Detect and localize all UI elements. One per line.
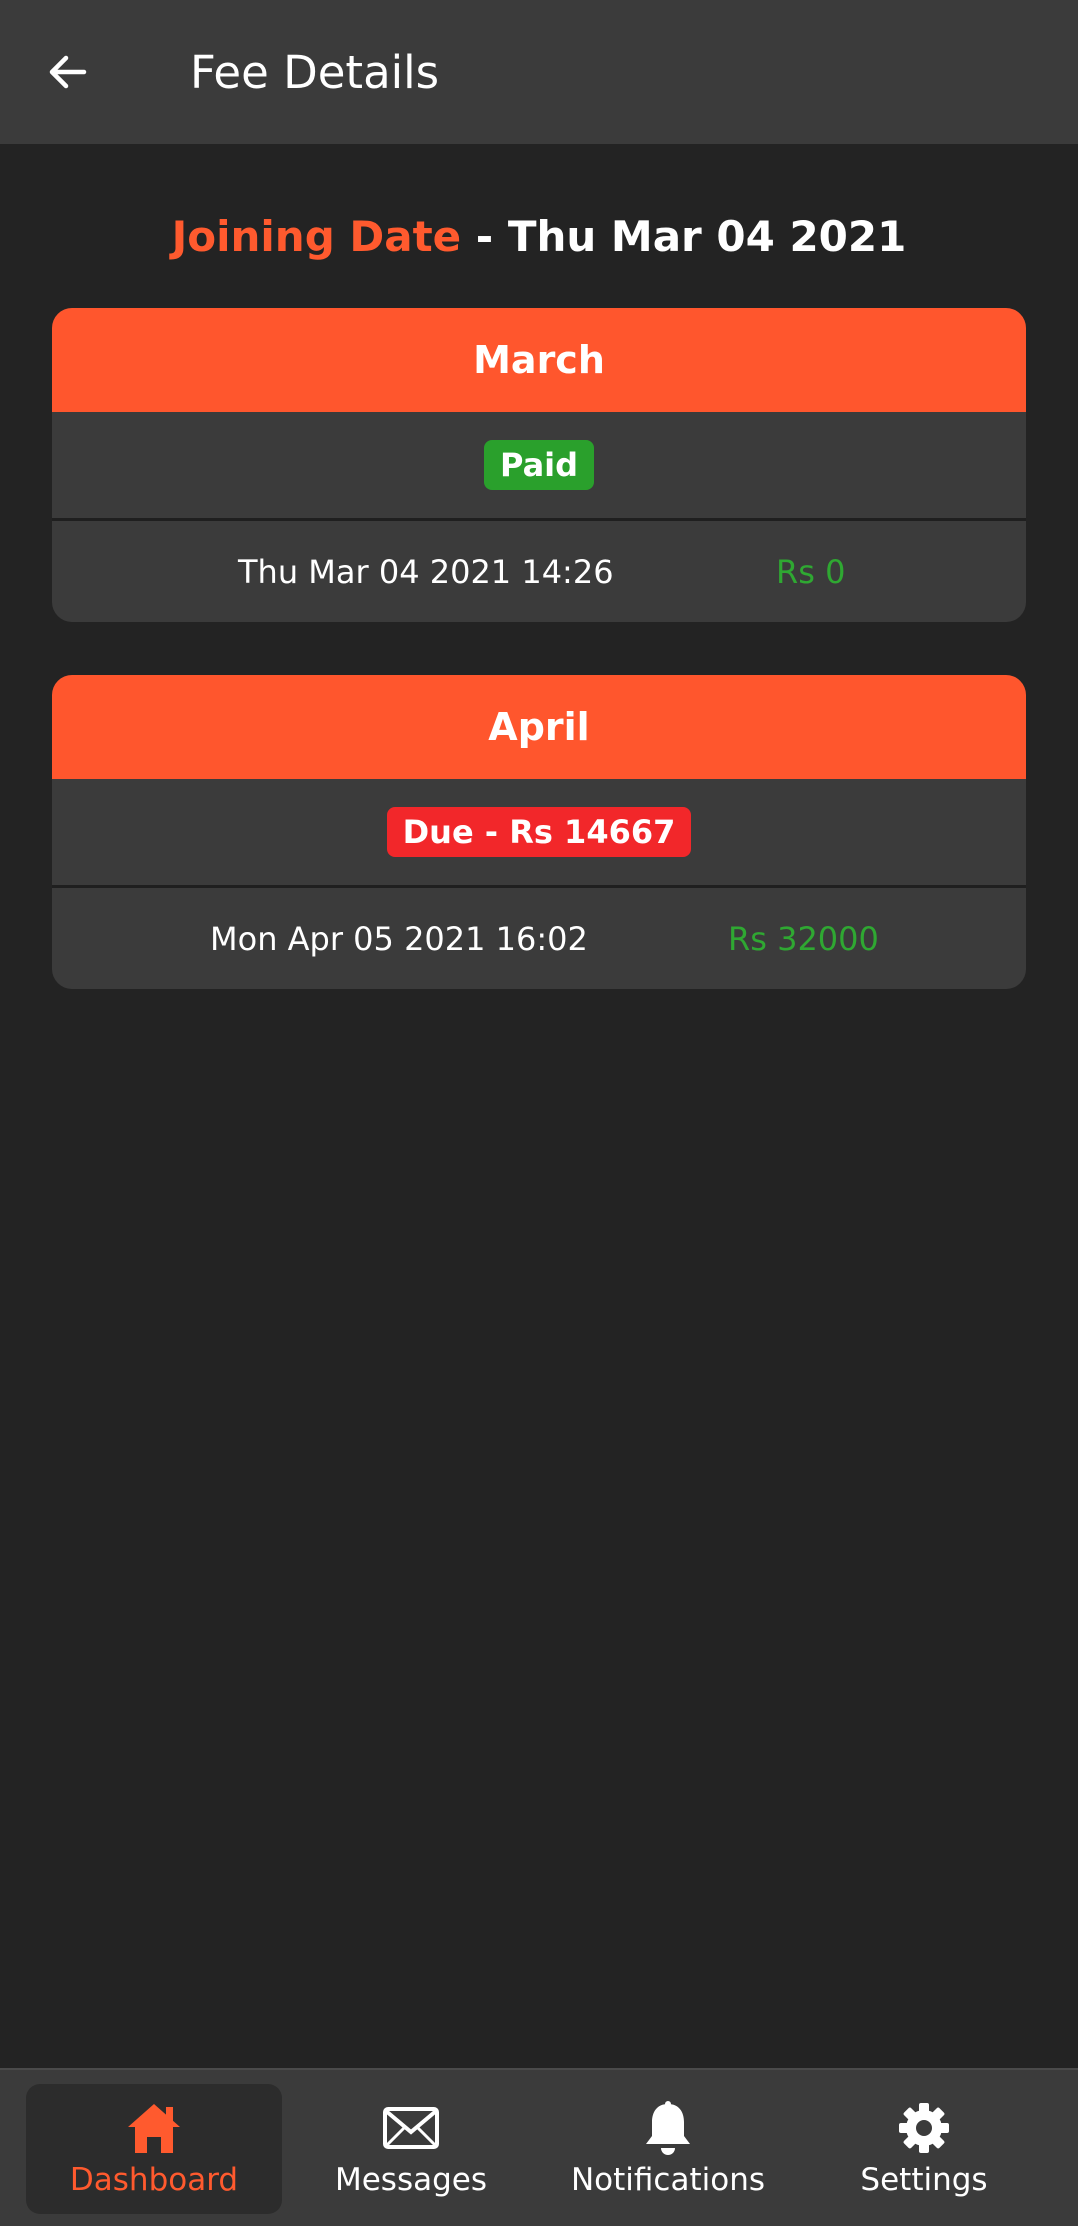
fee-amount: Rs 32000 (728, 919, 879, 958)
page-title: Fee Details (190, 46, 440, 99)
fee-card-status-row: Due - Rs 14667 (52, 779, 1026, 888)
fee-card-status-row: Paid (52, 412, 1026, 521)
nav-label: Messages (334, 2162, 488, 2198)
back-button[interactable] (30, 34, 106, 110)
status-badge: Due - Rs 14667 (386, 807, 692, 857)
gear-icon (894, 2100, 954, 2156)
fee-card-april: April Due - Rs 14667 Mon Apr 05 2021 16:… (52, 675, 1026, 989)
app-bar: Fee Details (0, 0, 1078, 144)
fee-amount: Rs 0 (776, 552, 846, 591)
nav-label: Dashboard (69, 2162, 239, 2198)
arrow-left-icon (49, 55, 87, 89)
fee-card-march: March Paid Thu Mar 04 2021 14:26 Rs 0 (52, 308, 1026, 622)
status-badge: Paid (483, 440, 595, 490)
fee-card-month: March (52, 308, 1026, 412)
joining-date-separator: - (461, 212, 508, 261)
fee-card-month: April (52, 675, 1026, 779)
bell-icon (638, 2100, 698, 2156)
fee-datetime: Mon Apr 05 2021 16:02 (210, 919, 588, 958)
joining-date: Joining Date - Thu Mar 04 2021 (0, 212, 1078, 261)
fee-card-footer: Mon Apr 05 2021 16:02 Rs 32000 (52, 888, 1026, 989)
fee-datetime: Thu Mar 04 2021 14:26 (238, 552, 614, 591)
nav-messages[interactable]: Messages (283, 2084, 539, 2214)
nav-label: Settings (860, 2162, 988, 2198)
joining-date-label: Joining Date (171, 212, 462, 261)
nav-dashboard[interactable]: Dashboard (26, 2084, 282, 2214)
home-icon (124, 2100, 184, 2156)
bottom-navigation: Dashboard Messages Notifications Setting… (0, 2068, 1078, 2226)
fee-card-footer: Thu Mar 04 2021 14:26 Rs 0 (52, 521, 1026, 622)
joining-date-value: Thu Mar 04 2021 (507, 212, 907, 261)
envelope-icon (381, 2100, 441, 2156)
nav-notifications[interactable]: Notifications (540, 2084, 796, 2214)
nav-settings[interactable]: Settings (796, 2084, 1052, 2214)
nav-label: Notifications (570, 2162, 766, 2198)
